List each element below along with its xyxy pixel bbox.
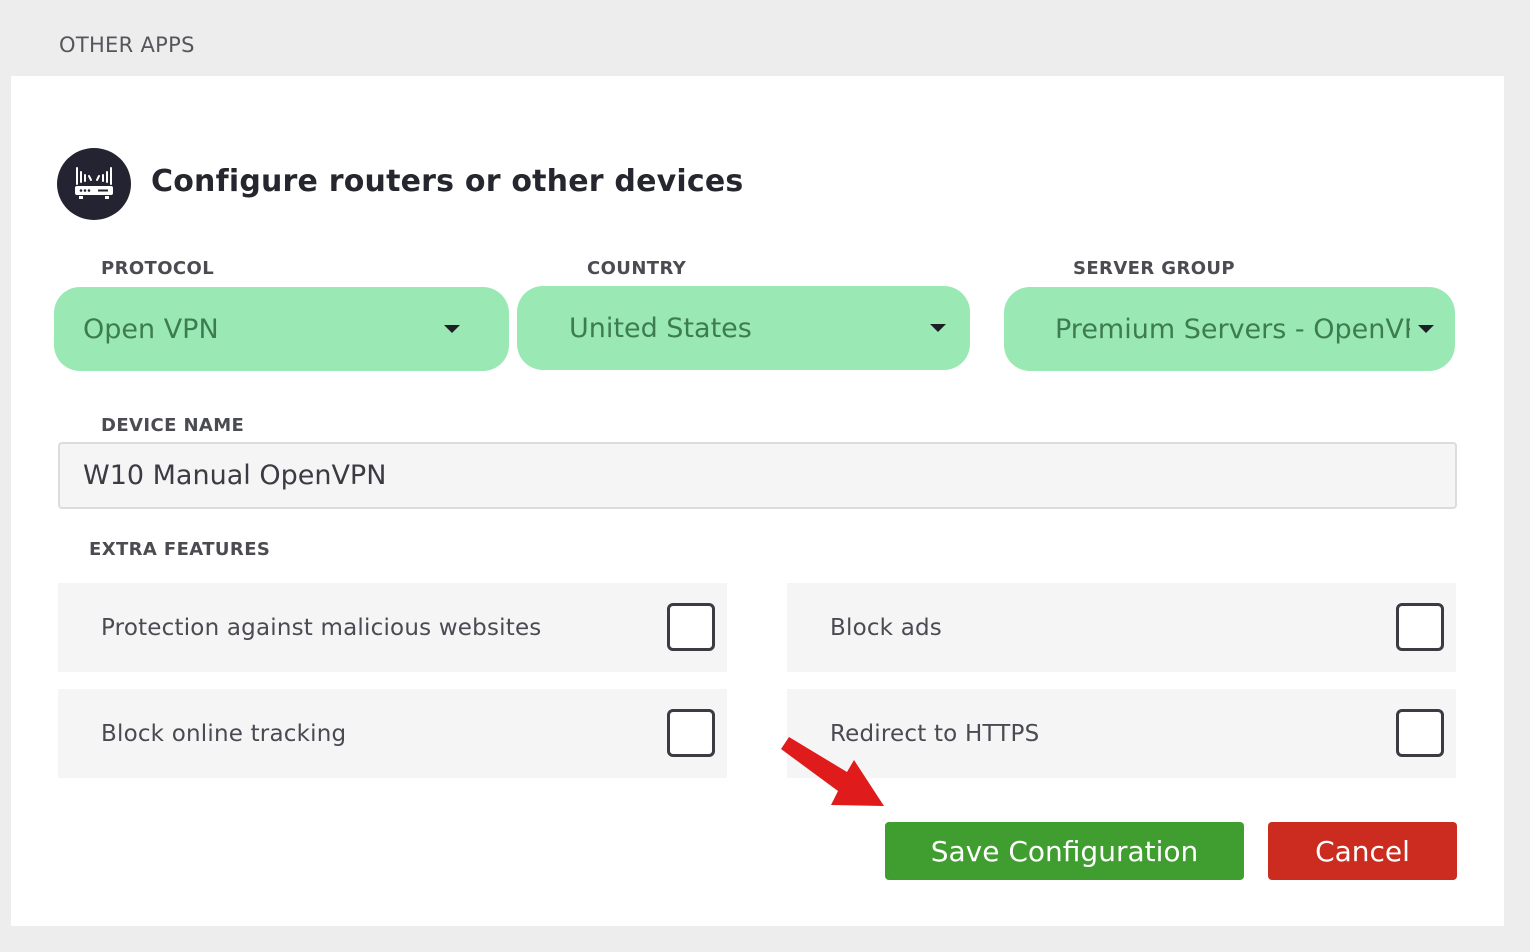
redirect-https-checkbox[interactable] — [1396, 709, 1444, 757]
chevron-down-icon — [930, 324, 946, 332]
malicious-protection-checkbox[interactable] — [667, 603, 715, 651]
device-name-input[interactable]: W10 Manual OpenVPN — [58, 442, 1457, 509]
feature-malicious-protection: Protection against malicious websites — [58, 583, 727, 672]
feature-label: Protection against malicious websites — [101, 614, 542, 641]
chevron-down-icon — [444, 325, 460, 333]
country-label: COUNTRY — [587, 258, 687, 279]
extra-features-label: EXTRA FEATURES — [89, 539, 271, 560]
server-group-value: Premium Servers - OpenVPN — [1055, 313, 1410, 345]
country-select[interactable]: United States — [517, 286, 970, 370]
annotation-arrow-icon — [781, 737, 884, 806]
save-configuration-button[interactable]: Save Configuration — [885, 822, 1244, 880]
block-ads-checkbox[interactable] — [1396, 603, 1444, 651]
card-title: Configure routers or other devices — [151, 164, 744, 199]
server-group-label: SERVER GROUP — [1073, 258, 1236, 279]
chevron-down-icon — [1418, 325, 1434, 333]
feature-label: Block ads — [830, 614, 942, 641]
router-icon — [57, 148, 131, 220]
device-name-label: DEVICE NAME — [101, 415, 245, 436]
protocol-select[interactable]: Open VPN — [54, 287, 509, 371]
protocol-label: PROTOCOL — [101, 258, 215, 279]
configuration-card: Configure routers or other devices PROTO… — [11, 76, 1504, 926]
block-tracking-checkbox[interactable] — [667, 709, 715, 757]
country-value: United States — [569, 312, 752, 344]
section-heading: OTHER APPS — [59, 33, 195, 57]
server-group-select[interactable]: Premium Servers - OpenVPN — [1004, 287, 1455, 371]
feature-block-tracking: Block online tracking — [58, 689, 727, 778]
feature-block-ads: Block ads — [787, 583, 1456, 672]
protocol-value: Open VPN — [83, 313, 219, 345]
cancel-button[interactable]: Cancel — [1268, 822, 1457, 880]
feature-label: Block online tracking — [101, 720, 347, 747]
